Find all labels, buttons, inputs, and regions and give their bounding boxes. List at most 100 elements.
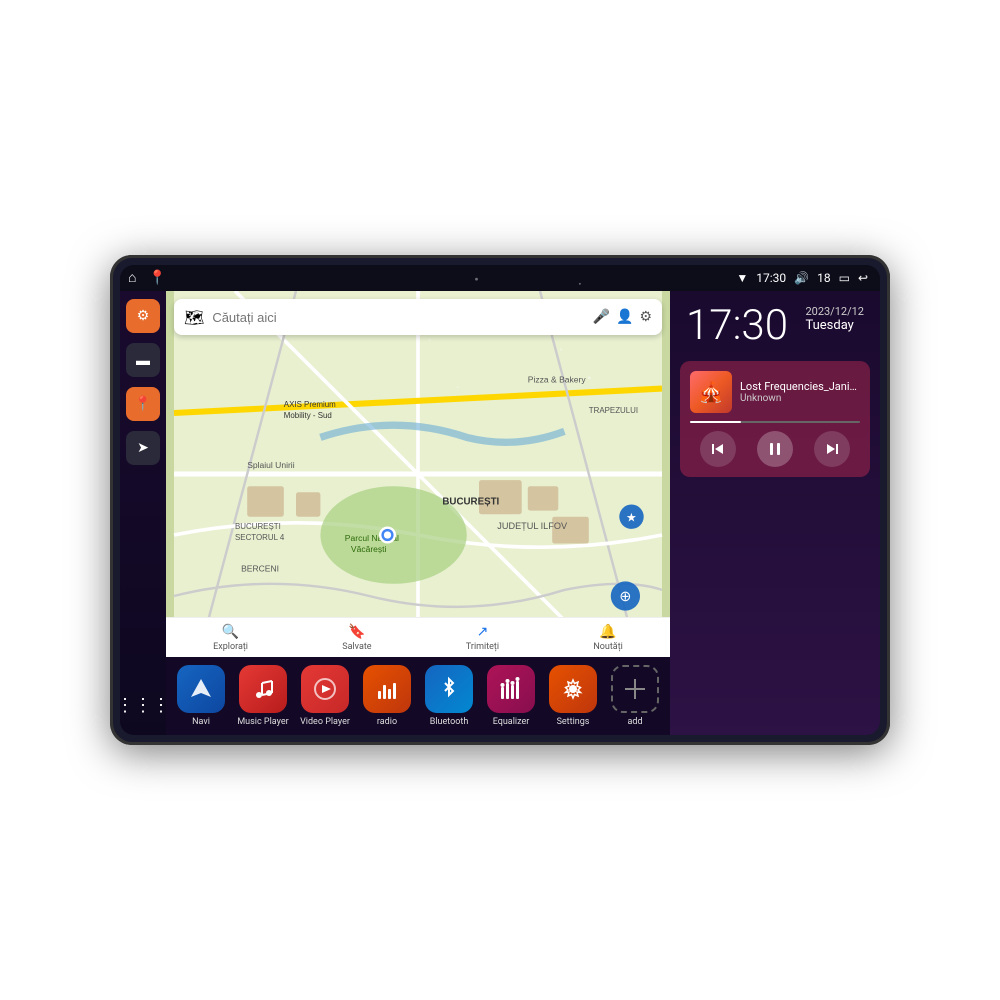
maps-status-icon[interactable]: 📍	[148, 270, 165, 286]
app-radio[interactable]: radio	[357, 665, 417, 727]
share-icon: ↗	[477, 624, 489, 640]
sidebar: ⚙ ▬ 📍 ➤ ⋮⋮⋮	[120, 291, 166, 735]
google-maps-logo: 🗺	[184, 308, 204, 327]
account-icon[interactable]: 👤	[616, 309, 633, 325]
right-panel: 17:30 2023/12/12 Tuesday 🎪 Lost Frequenc…	[670, 291, 880, 735]
music-controls	[690, 431, 860, 467]
volume-icon: 🔊	[794, 271, 809, 285]
app-dock: Navi	[166, 657, 670, 735]
saved-label: Salvate	[342, 642, 371, 652]
add-label: add	[627, 717, 642, 727]
music-album-art: 🎪	[690, 371, 732, 413]
app-bluetooth[interactable]: Bluetooth	[419, 665, 479, 727]
navi-label: Navi	[192, 717, 210, 727]
settings-icon-box	[549, 665, 597, 713]
home-icon[interactable]: ⌂	[128, 269, 136, 286]
album-art-icon: 🎪	[699, 380, 724, 404]
music-info: 🎪 Lost Frequencies_Janie... Unknown	[690, 371, 860, 413]
wifi-icon: ▼	[736, 271, 748, 285]
map-bottom-bar: 🔍 Explorați 🔖 Salvate ↗ Trimiteți 🔔	[166, 617, 670, 657]
map-saved-btn[interactable]: 🔖 Salvate	[342, 624, 371, 652]
news-label: Noutăți	[593, 642, 623, 652]
clock-day: Tuesday	[805, 318, 864, 333]
battery-icon: ▭	[839, 271, 850, 285]
map-pin-icon: 📍	[134, 396, 151, 412]
svg-text:Pizza & Bakery: Pizza & Bakery	[528, 375, 587, 385]
music-prev-btn[interactable]	[700, 431, 736, 467]
car-head-unit: ⌂ 📍 ▼ 17:30 🔊 18 ▭ ↩ ⚙ ▬	[110, 255, 890, 745]
sidebar-btn-files[interactable]: ▬	[126, 343, 160, 377]
map-explore-btn[interactable]: 🔍 Explorați	[213, 624, 248, 652]
svg-text:TRAPEZULUI: TRAPEZULUI	[589, 406, 638, 415]
center-area: Splaiul Unirii BUCUREȘTI BUCUREȘTI SECTO…	[166, 291, 670, 735]
main-content: ⚙ ▬ 📍 ➤ ⋮⋮⋮	[120, 291, 880, 735]
music-artist: Unknown	[740, 393, 860, 404]
bluetooth-label: Bluetooth	[430, 717, 469, 727]
explore-icon: 🔍	[222, 624, 239, 640]
video-icon-box	[301, 665, 349, 713]
map-news-btn[interactable]: 🔔 Noutăți	[593, 624, 623, 652]
settings-search-icon[interactable]: ⚙	[639, 309, 652, 325]
equalizer-label: Equalizer	[493, 717, 530, 727]
explore-label: Explorați	[213, 642, 248, 652]
status-bar: ⌂ 📍 ▼ 17:30 🔊 18 ▭ ↩	[120, 265, 880, 291]
device-screen: ⌂ 📍 ▼ 17:30 🔊 18 ▭ ↩ ⚙ ▬	[120, 265, 880, 735]
map-search-bar[interactable]: 🗺 🎤 👤 ⚙	[174, 299, 662, 335]
video-player-label: Video Player	[300, 717, 350, 727]
svg-text:AXIS Premium: AXIS Premium	[284, 400, 336, 409]
map-search-input[interactable]	[212, 310, 584, 325]
sidebar-btn-apps[interactable]: ⋮⋮⋮	[126, 689, 160, 723]
radio-icon-box	[363, 665, 411, 713]
svg-text:Văcărești: Văcărești	[351, 544, 387, 554]
sidebar-btn-maps[interactable]: 📍	[126, 387, 160, 421]
music-progress-fill	[690, 421, 741, 423]
svg-text:Splaiul Unirii: Splaiul Unirii	[247, 460, 295, 470]
clock-section: 17:30 2023/12/12 Tuesday	[670, 291, 880, 355]
settings-app-label: Settings	[557, 717, 590, 727]
music-play-btn[interactable]	[757, 431, 793, 467]
share-label: Trimiteți	[466, 642, 499, 652]
eq-icon-box	[487, 665, 535, 713]
app-music-player[interactable]: Music Player	[233, 665, 293, 727]
add-icon-box	[611, 665, 659, 713]
files-icon: ▬	[136, 352, 150, 369]
svg-text:★: ★	[626, 511, 637, 525]
svg-text:JUDEȚUL ILFOV: JUDEȚUL ILFOV	[497, 521, 568, 531]
map-share-btn[interactable]: ↗ Trimiteți	[466, 624, 499, 652]
music-title: Lost Frequencies_Janie...	[740, 380, 860, 393]
music-text: Lost Frequencies_Janie... Unknown	[740, 380, 860, 404]
music-progress-bar[interactable]	[690, 421, 860, 423]
nav-arrow-icon: ➤	[137, 440, 149, 456]
svg-text:BERCENI: BERCENI	[241, 564, 279, 574]
bluetooth-icon-box	[425, 665, 473, 713]
sidebar-btn-navi[interactable]: ➤	[126, 431, 160, 465]
settings-icon: ⚙	[137, 308, 150, 324]
svg-text:⊕: ⊕	[619, 589, 631, 605]
sidebar-btn-settings[interactable]: ⚙	[126, 299, 160, 333]
svg-text:Mobility - Sud: Mobility - Sud	[284, 411, 332, 420]
saved-icon: 🔖	[348, 624, 365, 640]
navi-icon-box	[177, 665, 225, 713]
microphone-icon[interactable]: 🎤	[593, 309, 610, 325]
battery-level: 18	[817, 271, 831, 285]
svg-text:BUCUREȘTI: BUCUREȘTI	[442, 497, 499, 508]
app-equalizer[interactable]: Equalizer	[481, 665, 541, 727]
back-icon[interactable]: ↩	[858, 271, 868, 285]
app-video-player[interactable]: Video Player	[295, 665, 355, 727]
map-container[interactable]: Splaiul Unirii BUCUREȘTI BUCUREȘTI SECTO…	[166, 291, 670, 657]
svg-text:BUCUREȘTI: BUCUREȘTI	[235, 522, 281, 531]
app-settings[interactable]: Settings	[543, 665, 603, 727]
app-dock-inner: Navi	[166, 665, 670, 727]
clock-time: 17:30	[686, 305, 788, 347]
time-display: 17:30	[756, 271, 786, 285]
news-icon: 🔔	[599, 624, 616, 640]
app-add[interactable]: add	[605, 665, 665, 727]
music-section: 🎪 Lost Frequencies_Janie... Unknown	[680, 361, 870, 477]
radio-label: radio	[377, 717, 397, 727]
music-player-label: Music Player	[237, 717, 288, 727]
apps-grid-icon: ⋮⋮⋮	[120, 697, 170, 715]
app-navi[interactable]: Navi	[171, 665, 231, 727]
music-next-btn[interactable]	[814, 431, 850, 467]
svg-text:SECTORUL 4: SECTORUL 4	[235, 533, 285, 542]
music-icon-box	[239, 665, 287, 713]
